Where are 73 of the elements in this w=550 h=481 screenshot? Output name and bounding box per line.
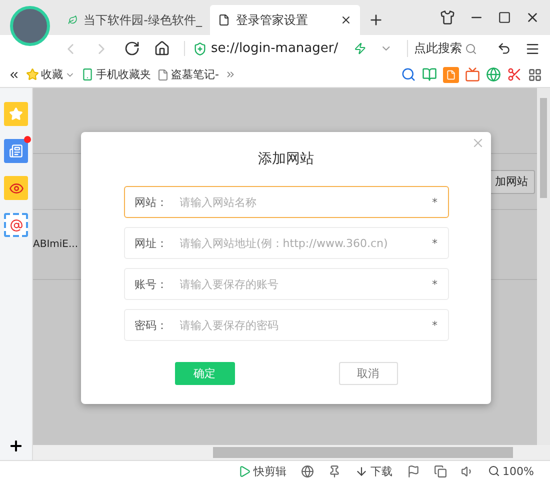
tab-title: 当下软件园-绿色软件_ — [84, 12, 202, 28]
close-tab-icon[interactable] — [340, 14, 352, 26]
browser-tab[interactable]: 登录管家设置 — [210, 5, 360, 35]
search-icon[interactable] — [401, 67, 416, 82]
download-label: 下载 — [370, 464, 393, 478]
news-icon[interactable] — [4, 139, 28, 163]
zoom-icon — [488, 465, 500, 477]
window-icon[interactable] — [434, 464, 447, 478]
play-icon — [238, 464, 251, 478]
search-icon — [464, 42, 477, 54]
input-field[interactable]: 请输入网站地址(例：http://www.360.cn) — [178, 236, 422, 250]
download-icon — [354, 464, 368, 478]
page-icon — [157, 68, 169, 80]
shirt-icon[interactable] — [440, 10, 455, 25]
bookmark-item[interactable]: 手机收藏夹 — [81, 67, 151, 82]
required-mark: * — [432, 196, 438, 208]
volume-icon[interactable] — [460, 464, 474, 478]
vertical-scrollbar[interactable] — [537, 88, 550, 445]
apps-icon[interactable] — [528, 68, 542, 82]
tv-icon[interactable] — [465, 67, 480, 82]
search-button[interactable]: 点此搜索 — [406, 40, 483, 57]
eye-icon[interactable] — [4, 176, 28, 200]
input-field[interactable]: 请输入网站名称 — [178, 194, 422, 210]
download-button[interactable]: 下载 — [354, 464, 393, 478]
bookmark-item[interactable]: 盗墓笔记- — [157, 67, 219, 82]
clip-button[interactable]: 快剪辑 — [238, 464, 287, 478]
form-field[interactable]: 网址： 请输入网站地址(例：http://www.360.cn) * — [124, 227, 448, 259]
url-text[interactable]: se://login-manager/ — [211, 41, 338, 56]
close-icon[interactable] — [525, 10, 540, 25]
row-text: ABImiE... — [33, 239, 78, 250]
shield-icon — [193, 42, 208, 56]
form-field[interactable]: 密码： 请输入要保存的密码 * — [124, 309, 448, 341]
field-label: 密码： — [134, 318, 168, 332]
bookmark-label: 手机收藏夹 — [96, 67, 151, 82]
new-tab-icon[interactable] — [368, 12, 384, 28]
page-icon — [218, 14, 230, 26]
required-mark: * — [432, 236, 438, 250]
zoom-button[interactable]: 100% — [488, 464, 534, 478]
scissors-icon[interactable] — [507, 67, 522, 82]
field-label: 账号： — [134, 276, 168, 292]
home-icon[interactable] — [154, 40, 170, 57]
leaf-icon — [68, 14, 78, 26]
phone-icon — [81, 68, 94, 81]
flag-icon[interactable] — [406, 464, 420, 478]
field-label: 网址： — [134, 236, 168, 250]
input-field[interactable]: 请输入要保存的账号 — [178, 276, 422, 292]
cancel-button[interactable]: 取消 — [338, 362, 398, 385]
tab-title: 登录管家设置 — [236, 12, 308, 28]
bookmark-item[interactable]: 收藏 — [26, 67, 75, 82]
clip-label: 快剪辑 — [254, 464, 287, 478]
mail-icon[interactable] — [4, 213, 28, 237]
field-label: 网站： — [134, 194, 168, 210]
horizontal-scrollbar[interactable] — [33, 445, 550, 460]
add-site-button[interactable]: 加网站 — [488, 170, 535, 194]
dialog-title: 添加网站 — [258, 150, 314, 168]
required-mark: * — [432, 318, 438, 332]
book-icon[interactable] — [422, 67, 437, 82]
star-icon — [26, 68, 39, 81]
required-mark: * — [432, 278, 438, 290]
lightning-icon[interactable] — [354, 42, 366, 55]
maximize-icon[interactable] — [498, 11, 511, 24]
undo-icon[interactable] — [496, 41, 511, 56]
bookmark-label: 收藏 — [41, 67, 63, 82]
browser-tab[interactable]: 当下软件园-绿色软件_ — [60, 5, 210, 35]
form-field[interactable]: 账号： 请输入要保存的账号 * — [124, 268, 448, 300]
avatar[interactable] — [10, 6, 50, 46]
pin-icon[interactable] — [328, 464, 341, 478]
bookmark-label: 盗墓笔记- — [171, 67, 219, 82]
zoom-label: 100% — [502, 464, 534, 478]
reload-icon[interactable] — [124, 40, 140, 57]
form-field[interactable]: 网站： 请输入网站名称 * — [124, 186, 448, 218]
more-icon[interactable] — [224, 69, 236, 80]
input-field[interactable]: 请输入要保存的密码 — [178, 318, 422, 332]
